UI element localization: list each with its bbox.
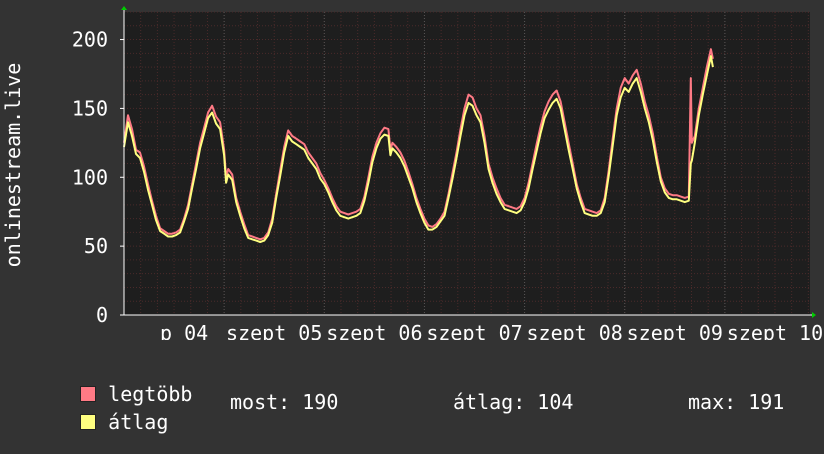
x-axis-arrow <box>812 312 816 318</box>
x-tick-label: szept 09 <box>627 321 723 340</box>
x-tick-label: szept 05 <box>226 321 322 340</box>
y-axis-label: onlinestream.live <box>1 63 25 268</box>
legend-item-avg: átlag <box>32 392 168 452</box>
y-tick-labels: 0 50 100 150 200 <box>72 28 124 327</box>
y-tick-label: 0 <box>96 303 108 327</box>
line-chart: 050100150200 p 04 szept 05 szept 06 szept 0… <box>1 6 823 340</box>
chart-container: 0 50 100 150 200 p 04 szept 05 szept 06 szept 0… <box>0 0 824 432</box>
x-tick-label: szept 08 <box>526 321 622 340</box>
y-tick-label: 150 <box>72 96 108 120</box>
x-tick-label: szept 06 <box>326 321 422 340</box>
stat-average: átlag: 104 <box>453 390 574 414</box>
y-tick-label: 50 <box>84 234 108 258</box>
x-tick-label: szept 10 <box>727 321 823 340</box>
y-tick-label: 200 <box>72 28 108 52</box>
legend-swatch-avg <box>80 414 97 430</box>
legend-label-avg: átlag <box>108 410 169 434</box>
stat-current: most: 190 <box>230 390 339 414</box>
y-tick-label: 100 <box>72 165 108 189</box>
x-tick-label: p 04 <box>160 321 208 340</box>
y-axis-arrow <box>121 6 127 10</box>
stat-maximum: max: 191 <box>688 390 785 414</box>
x-tick-label: szept 07 <box>426 321 522 340</box>
x-tick-labels: p 04 szept 05 szept 06 szept 07 szept 08 szep… <box>160 321 823 340</box>
